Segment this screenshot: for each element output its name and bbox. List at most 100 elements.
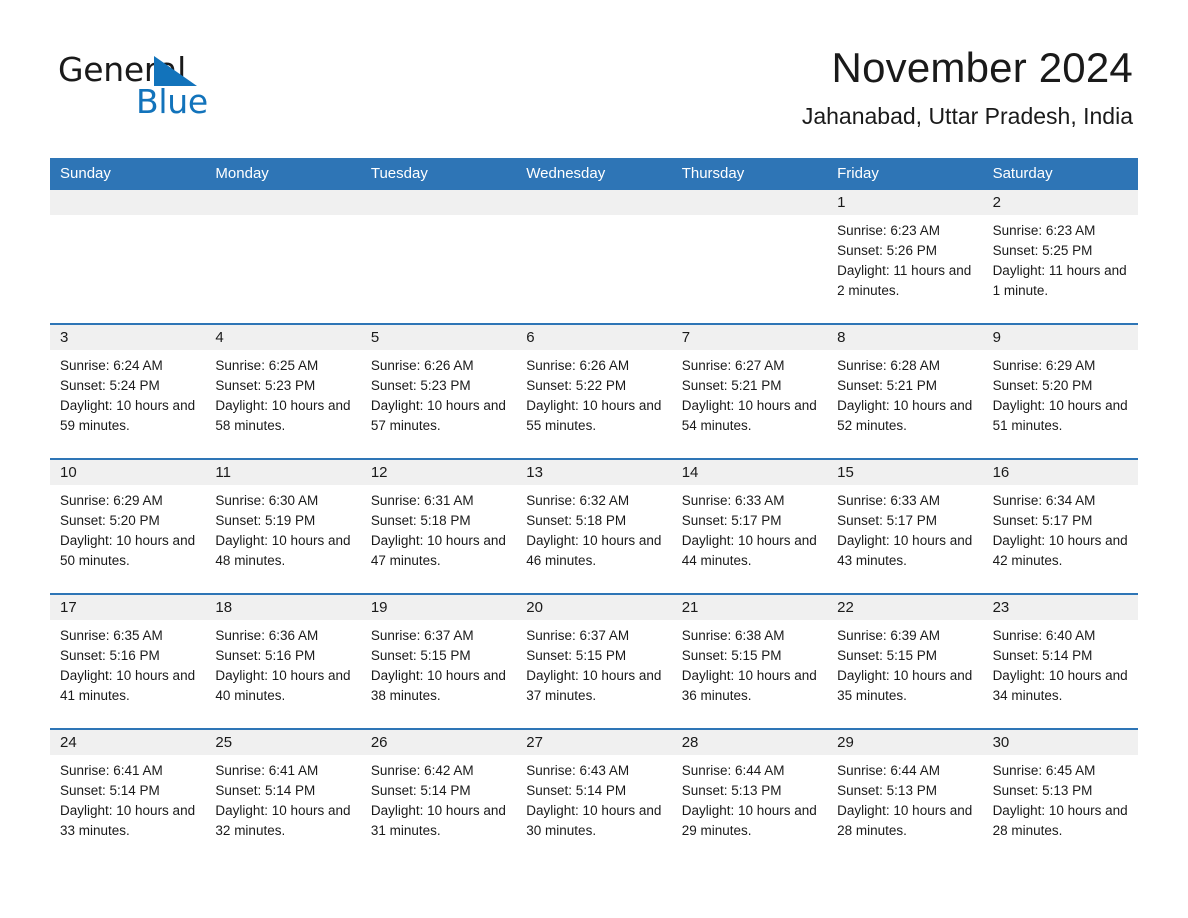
day-number: 1 (827, 190, 983, 215)
sunset-text: Sunset: 5:19 PM (215, 513, 316, 528)
day-details: Sunrise: 6:44 AM Sunset: 5:13 PM Daylight:… (827, 755, 982, 841)
sunset-text: Sunset: 5:15 PM (681, 648, 782, 663)
sunrise-text: Sunrise: 6:44 AM (681, 763, 785, 778)
sunset-text: Sunset: 5:16 PM (60, 648, 160, 663)
day-number: 4 (205, 325, 361, 350)
daylight-text: Daylight: 10 hours and 57 minutes. (370, 398, 506, 433)
logo-triangle-icon (154, 56, 197, 86)
daylight-text: Daylight: 10 hours and 52 minutes. (837, 398, 973, 433)
day-number: 6 (516, 325, 672, 350)
calendar-week-row: 17 Sunrise: 6:35 AM Sunset: 5:16 PM Dayligh… (50, 593, 1138, 728)
calendar-day-cell[interactable]: 11 Sunrise: 6:30 AM Sunset: 5:19 PM Dayligh… (205, 460, 361, 593)
weekday-header-row: Sunday Monday Tuesday Wednesday Thursday… (50, 158, 1138, 190)
day-number: 3 (50, 325, 206, 350)
sunset-text: Sunset: 5:21 PM (837, 378, 937, 393)
calendar-day-cell[interactable]: 22 Sunrise: 6:39 AM Sunset: 5:15 PM Dayligh… (827, 595, 983, 728)
calendar-day-cell[interactable]: 23 Sunrise: 6:40 AM Sunset: 5:14 PM Dayligh… (982, 595, 1138, 728)
sunset-text: Sunset: 5:14 PM (992, 648, 1093, 663)
day-number: 21 (671, 595, 828, 620)
day-details: Sunrise: 6:34 AM Sunset: 5:17 PM Daylight:… (983, 485, 1138, 571)
calendar-day-cell[interactable]: 29 Sunrise: 6:44 AM Sunset: 5:13 PM Dayligh… (827, 730, 983, 863)
day-details: Sunrise: 6:41 AM Sunset: 5:14 PM Daylight:… (205, 755, 360, 841)
day-details: Sunrise: 6:33 AM Sunset: 5:17 PM Daylight:… (672, 485, 827, 571)
day-details: Sunrise: 6:29 AM Sunset: 5:20 PM Daylight:… (50, 485, 205, 571)
day-details: Sunrise: 6:39 AM Sunset: 5:15 PM Daylight:… (827, 620, 982, 706)
sunrise-text: Sunrise: 6:41 AM (60, 763, 163, 778)
calendar-day-cell-empty (50, 190, 206, 323)
calendar-day-cell[interactable]: 2 Sunrise: 6:23 AM Sunset: 5:25 PM Daylight… (982, 190, 1138, 323)
sunrise-text: Sunrise: 6:34 AM (992, 493, 1096, 508)
daylight-text: Daylight: 10 hours and 44 minutes. (681, 533, 817, 568)
day-number: 18 (205, 595, 361, 620)
sunrise-text: Sunrise: 6:38 AM (681, 628, 785, 643)
page-title: November 2024 (831, 44, 1133, 91)
sunset-text: Sunset: 5:24 PM (60, 378, 160, 393)
day-number: 30 (982, 730, 1138, 755)
calendar-day-cell[interactable]: 19 Sunrise: 6:37 AM Sunset: 5:15 PM Dayligh… (360, 595, 517, 728)
calendar-day-cell[interactable]: 25 Sunrise: 6:41 AM Sunset: 5:14 PM Dayligh… (205, 730, 361, 863)
calendar-day-cell[interactable]: 9 Sunrise: 6:29 AM Sunset: 5:20 PM Daylight… (982, 325, 1138, 458)
day-number: 22 (827, 595, 983, 620)
calendar-day-cell[interactable]: 30 Sunrise: 6:45 AM Sunset: 5:13 PM Dayligh… (982, 730, 1138, 863)
calendar-day-cell[interactable]: 16 Sunrise: 6:34 AM Sunset: 5:17 PM Dayligh… (982, 460, 1138, 593)
day-details: Sunrise: 6:38 AM Sunset: 5:15 PM Daylight:… (672, 620, 827, 706)
sunrise-text: Sunrise: 6:37 AM (370, 628, 474, 643)
sunrise-text: Sunrise: 6:23 AM (837, 223, 940, 238)
day-number: 25 (205, 730, 361, 755)
calendar-day-cell[interactable]: 17 Sunrise: 6:35 AM Sunset: 5:16 PM Dayligh… (50, 595, 206, 728)
calendar-day-cell[interactable]: 1 Sunrise: 6:23 AM Sunset: 5:26 PM Daylight… (827, 190, 983, 323)
day-details: Sunrise: 6:27 AM Sunset: 5:21 PM Daylight:… (672, 350, 827, 436)
sunrise-text: Sunrise: 6:37 AM (526, 628, 630, 643)
calendar-day-cell-empty (516, 190, 672, 323)
calendar-page: General Blue November 2024 Jahanabad, Ut… (0, 0, 1188, 918)
calendar-day-cell[interactable]: 4 Sunrise: 6:25 AM Sunset: 5:23 PM Daylight… (205, 325, 361, 458)
day-number: 12 (360, 460, 517, 485)
generalblue-logo[interactable]: General Blue (58, 52, 318, 122)
calendar-day-cell[interactable]: 20 Sunrise: 6:37 AM Sunset: 5:15 PM Dayligh… (516, 595, 672, 728)
calendar-day-cell-empty (205, 190, 361, 323)
day-details: Sunrise: 6:33 AM Sunset: 5:17 PM Daylight:… (827, 485, 982, 571)
daylight-text: Daylight: 10 hours and 55 minutes. (526, 398, 662, 433)
sunset-text: Sunset: 5:13 PM (992, 783, 1093, 798)
calendar-day-cell[interactable]: 14 Sunrise: 6:33 AM Sunset: 5:17 PM Dayligh… (671, 460, 828, 593)
calendar-day-cell[interactable]: 8 Sunrise: 6:28 AM Sunset: 5:21 PM Daylight… (827, 325, 983, 458)
calendar-day-cell[interactable]: 13 Sunrise: 6:32 AM Sunset: 5:18 PM Dayligh… (516, 460, 672, 593)
calendar-grid: Sunday Monday Tuesday Wednesday Thursday… (50, 158, 1138, 863)
day-number: 13 (516, 460, 672, 485)
daylight-text: Daylight: 10 hours and 59 minutes. (60, 398, 196, 433)
calendar-day-cell[interactable]: 21 Sunrise: 6:38 AM Sunset: 5:15 PM Dayligh… (671, 595, 828, 728)
calendar-day-cell[interactable]: 27 Sunrise: 6:43 AM Sunset: 5:14 PM Dayligh… (516, 730, 672, 863)
day-number (50, 190, 206, 215)
daylight-text: Daylight: 10 hours and 28 minutes. (837, 803, 973, 838)
calendar-day-cell[interactable]: 12 Sunrise: 6:31 AM Sunset: 5:18 PM Dayligh… (360, 460, 517, 593)
calendar-day-cell[interactable]: 10 Sunrise: 6:29 AM Sunset: 5:20 PM Dayligh… (50, 460, 206, 593)
calendar-day-cell[interactable]: 3 Sunrise: 6:24 AM Sunset: 5:24 PM Daylight… (50, 325, 206, 458)
sunset-text: Sunset: 5:20 PM (60, 513, 160, 528)
sunrise-text: Sunrise: 6:28 AM (837, 358, 940, 373)
daylight-text: Daylight: 11 hours and 1 minute. (992, 263, 1127, 298)
sunset-text: Sunset: 5:14 PM (215, 783, 316, 798)
calendar-day-cell[interactable]: 7 Sunrise: 6:27 AM Sunset: 5:21 PM Daylight… (671, 325, 828, 458)
sunrise-text: Sunrise: 6:26 AM (526, 358, 630, 373)
location-subtitle: Jahanabad, Uttar Pradesh, India (801, 103, 1133, 129)
calendar-day-cell[interactable]: 24 Sunrise: 6:41 AM Sunset: 5:14 PM Dayligh… (50, 730, 206, 863)
sunrise-text: Sunrise: 6:29 AM (60, 493, 163, 508)
calendar-day-cell[interactable]: 5 Sunrise: 6:26 AM Sunset: 5:23 PM Daylight… (360, 325, 517, 458)
sunset-text: Sunset: 5:23 PM (370, 378, 471, 393)
day-details: Sunrise: 6:37 AM Sunset: 5:15 PM Daylight:… (361, 620, 516, 706)
sunset-text: Sunset: 5:14 PM (60, 783, 160, 798)
calendar-day-cell[interactable]: 18 Sunrise: 6:36 AM Sunset: 5:16 PM Dayligh… (205, 595, 361, 728)
daylight-text: Daylight: 10 hours and 50 minutes. (60, 533, 196, 568)
day-details: Sunrise: 6:26 AM Sunset: 5:22 PM Daylight:… (516, 350, 671, 436)
sunrise-text: Sunrise: 6:26 AM (370, 358, 474, 373)
calendar-day-cell[interactable]: 28 Sunrise: 6:44 AM Sunset: 5:13 PM Dayligh… (671, 730, 828, 863)
day-details: Sunrise: 6:23 AM Sunset: 5:25 PM Daylight:… (983, 215, 1138, 301)
day-number: 11 (205, 460, 361, 485)
day-details: Sunrise: 6:29 AM Sunset: 5:20 PM Daylight:… (983, 350, 1138, 436)
day-details: Sunrise: 6:44 AM Sunset: 5:13 PM Daylight:… (672, 755, 827, 841)
calendar-day-cell[interactable]: 15 Sunrise: 6:33 AM Sunset: 5:17 PM Dayligh… (827, 460, 983, 593)
day-details: Sunrise: 6:32 AM Sunset: 5:18 PM Daylight:… (516, 485, 671, 571)
calendar-day-cell[interactable]: 6 Sunrise: 6:26 AM Sunset: 5:22 PM Daylight… (516, 325, 672, 458)
calendar-day-cell[interactable]: 26 Sunrise: 6:42 AM Sunset: 5:14 PM Dayligh… (360, 730, 517, 863)
weekday-header-monday: Monday (215, 165, 269, 182)
